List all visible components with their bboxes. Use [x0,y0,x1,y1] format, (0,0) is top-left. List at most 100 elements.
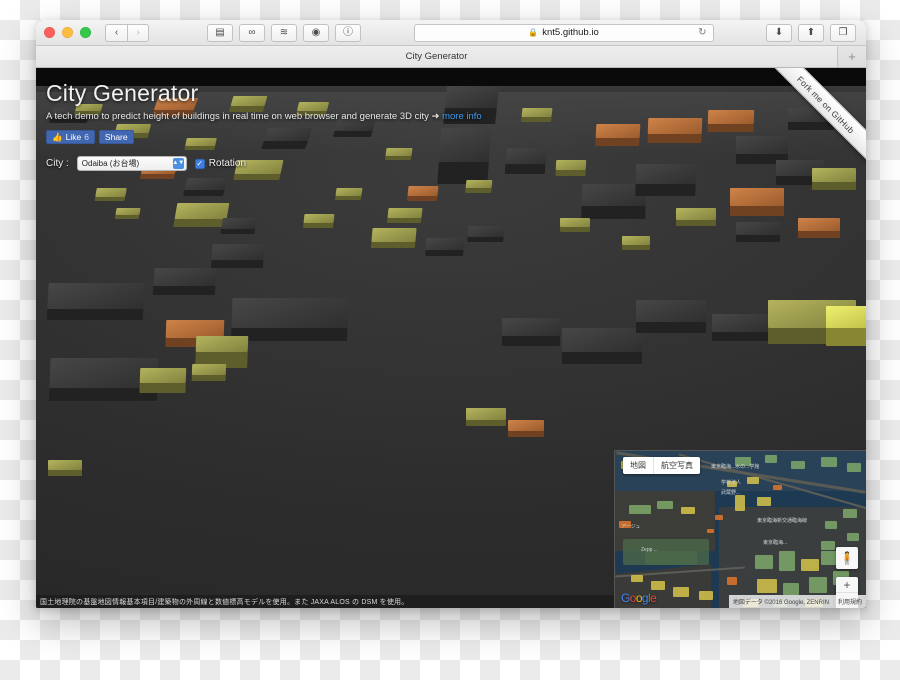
google-map-inset[interactable]: 東京臨海...水の...学館 学校法人 武蔵野... アージュ 東京臨海新交通臨海線 Ze… [614,450,866,608]
building-block [622,236,650,250]
building-block [139,368,187,393]
lock-icon: 🔒 [528,28,539,37]
building-roof [174,203,230,219]
sidebar-icon[interactable]: ▤ [207,23,233,42]
thumbs-up-icon: 👍 [52,131,63,142]
pegman-streetview-icon[interactable]: 🧍 [836,547,858,569]
map-building-footprint [779,551,795,571]
social-buttons: 👍 Like 6 Share [46,130,866,144]
page-content: City Generator A tech demo to predict he… [36,68,866,608]
reader-icon[interactable]: ◉ [303,23,329,42]
layers-icon[interactable]: ≋ [271,23,297,42]
more-info-link[interactable]: more info [442,111,482,122]
building-block [386,208,423,223]
map-copyright-text: 地図データ ©2016 Google, ZENRIN [728,595,833,608]
browser-toolbar: ‹ › ▤ ∞ ≋ ◉ ⓘ 🔒 knt5.github.io ↻ ⬇ ⬆ ❐ [36,20,866,46]
rotation-label: Rotation [208,158,247,169]
rotation-checkbox[interactable]: ✓ [194,158,205,169]
facebook-like-button[interactable]: 👍 Like 6 [46,130,95,144]
like-count: 6 [84,132,89,142]
building-block [231,298,349,341]
share-icon[interactable]: ⬆ [798,23,824,42]
rotation-toggle[interactable]: ✓ Rotation [194,158,247,169]
map-building-footprint [699,591,713,600]
map-tiles[interactable]: 東京臨海...水の...学館 学校法人 武蔵野... アージュ 東京臨海新交通臨海線 Ze… [615,451,866,608]
map-type-satellite-button[interactable]: 航空写真 [654,457,700,474]
maximize-window-button[interactable] [80,27,91,38]
building-block [736,222,780,242]
building-wall [636,322,706,333]
new-tab-button[interactable]: + [838,46,866,67]
building-wall [48,470,82,476]
building-roof [191,364,227,375]
building-wall [562,352,642,364]
building-wall [386,218,422,223]
map-building-footprint [631,575,643,582]
building-wall [676,220,716,226]
forward-button[interactable]: › [127,23,149,42]
building-block [173,203,230,227]
building-wall [220,229,256,234]
link-icon[interactable]: ∞ [239,23,265,42]
building-wall [210,260,264,268]
building-block [406,186,439,201]
share-label: Share [104,132,128,142]
map-building-footprint [773,485,782,490]
map-label: 東京臨海新交通臨海線 [757,518,808,524]
building-roof [387,208,423,218]
building-block [467,226,505,242]
tab-city-generator[interactable]: City Generator [36,46,838,67]
building-block [94,188,127,201]
building-wall [406,196,438,201]
building-roof [335,188,363,196]
building-block [560,218,590,232]
map-building-footprint [757,579,777,593]
building-wall [191,375,226,381]
map-terms-link[interactable]: 利用規約 [832,595,866,608]
building-wall [152,286,216,295]
building-wall [94,197,126,201]
map-zoom-in-button[interactable]: + [836,577,858,593]
map-building-footprint [629,505,651,514]
building-roof [139,368,187,383]
map-building-footprint [755,555,773,569]
building-block [303,214,335,228]
building-roof [47,283,145,309]
download-icon[interactable]: ⬇ [766,23,792,42]
tabs-icon[interactable]: ❐ [830,23,856,42]
map-type-map-button[interactable]: 地図 [623,457,654,474]
building-wall [425,250,464,256]
building-roof [95,188,127,197]
info-icon[interactable]: ⓘ [335,23,361,42]
facebook-share-button[interactable]: Share [98,130,134,144]
reload-icon[interactable]: ↻ [698,27,706,38]
building-roof [636,300,706,322]
map-building-footprint [821,541,835,550]
address-bar-container: 🔒 knt5.github.io ↻ [367,23,760,42]
page-subtitle: A tech demo to predict height of buildin… [46,111,866,122]
building-roof [184,178,228,190]
map-label: 東京臨海... [763,540,788,546]
close-window-button[interactable] [44,27,55,38]
building-wall [303,223,334,228]
map-building-footprint [715,515,723,520]
scene-controls: City : Odaiba (お台場) ▲▼ ✓ Rotation [46,156,866,171]
building-wall [581,206,646,219]
building-wall [730,206,784,216]
back-button[interactable]: ‹ [105,23,127,42]
minimize-window-button[interactable] [62,27,73,38]
chevron-updown-icon: ▲▼ [172,158,184,169]
building-roof [48,460,82,470]
building-wall [560,227,590,232]
toolbar-right-icon-group: ⬇ ⬆ ❐ [766,23,856,42]
browser-window: ‹ › ▤ ∞ ≋ ◉ ⓘ 🔒 knt5.github.io ↻ ⬇ ⬆ ❐ C… [36,20,866,608]
address-bar[interactable]: 🔒 knt5.github.io ↻ [413,23,714,42]
building-wall [736,235,780,242]
building-roof [508,420,544,431]
city-select[interactable]: Odaiba (お台場) ▲▼ [76,156,187,171]
map-building-footprint [821,457,837,467]
building-wall [466,420,506,426]
map-building-footprint [843,509,857,518]
building-block [114,208,141,219]
window-traffic-lights [44,27,91,38]
